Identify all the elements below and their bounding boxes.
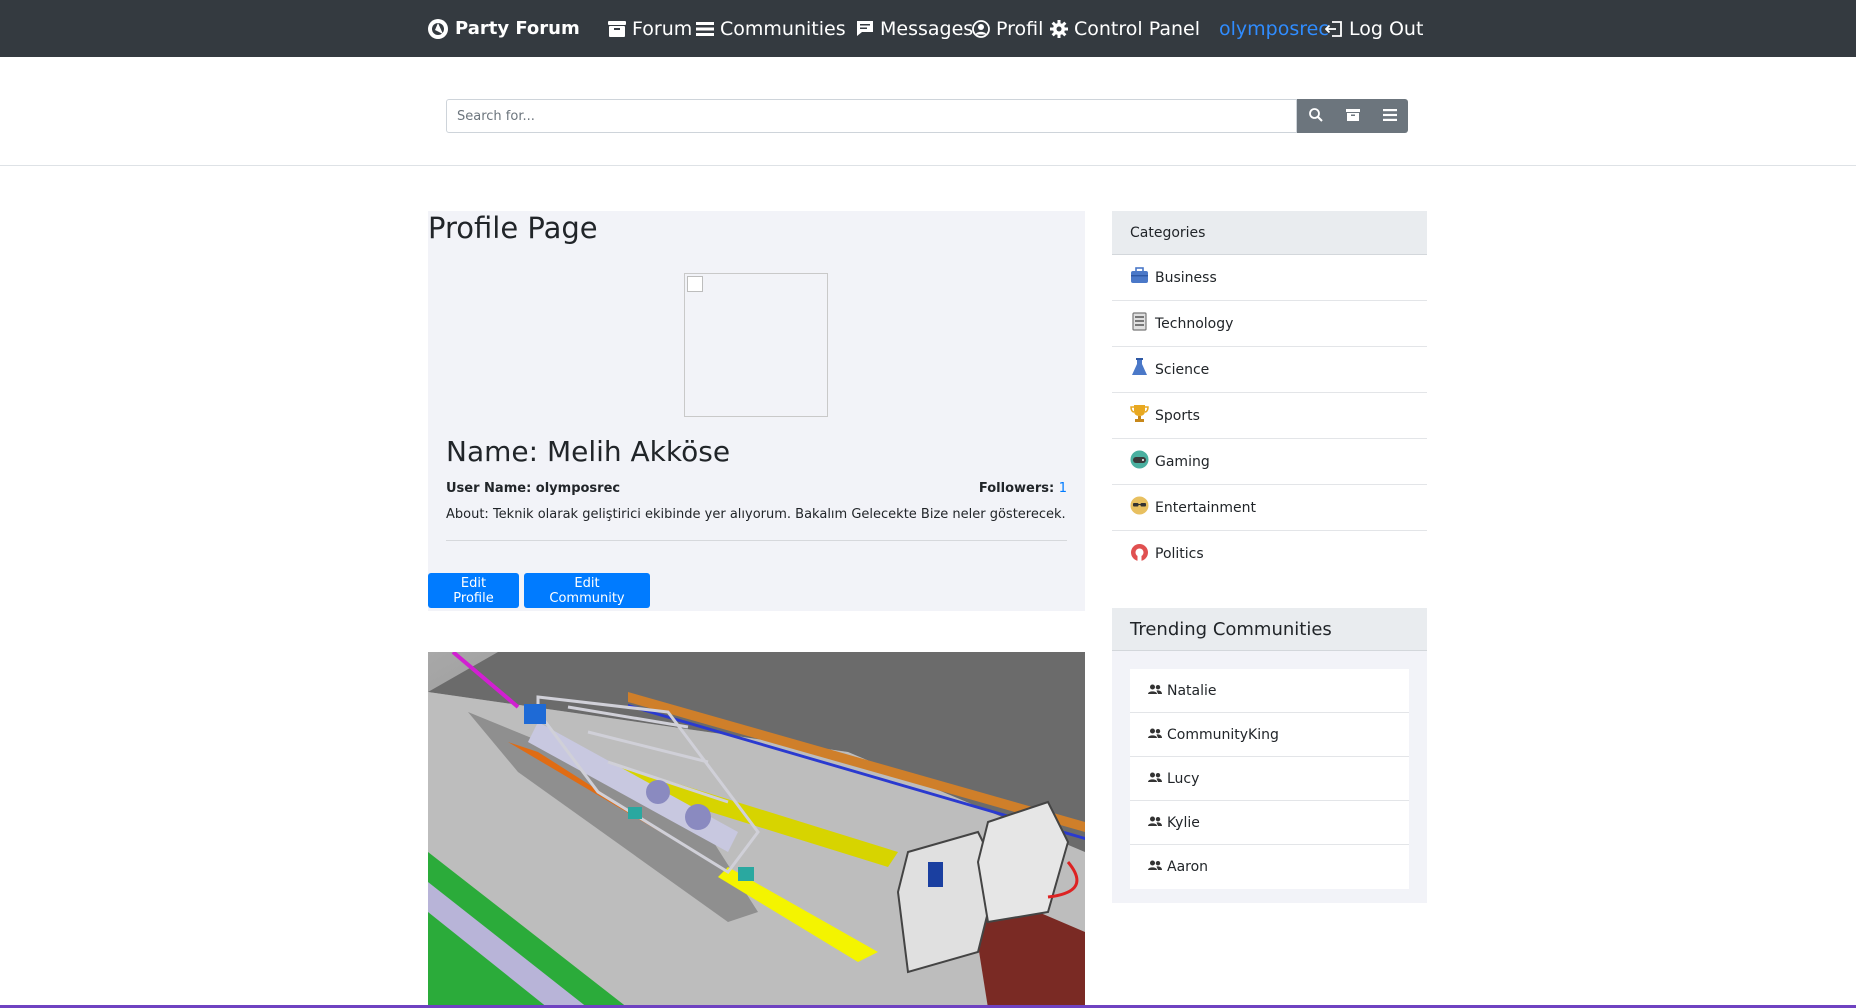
category-sports[interactable]: Sports <box>1112 393 1427 439</box>
trending-list: Natalie CommunityKing Lucy Kylie Aaron <box>1130 669 1409 889</box>
profile-followers: Followers: 1 <box>979 481 1067 496</box>
nav-communities-label: Communities <box>720 17 846 40</box>
users-icon <box>1148 727 1162 743</box>
list-icon <box>696 21 714 36</box>
nav-forum-label: Forum <box>632 17 693 40</box>
flask-icon <box>1130 358 1149 381</box>
nav-communities[interactable]: Communities <box>696 0 846 57</box>
broken-image-icon <box>687 276 703 292</box>
nav-messages[interactable]: Messages <box>856 0 973 57</box>
sunglasses-icon <box>1130 496 1149 519</box>
trending-item-label: Kylie <box>1167 814 1200 831</box>
users-icon <box>1148 771 1162 787</box>
category-technology-label: Technology <box>1155 315 1234 332</box>
profile-card: Profile Page Name: Melih Akköse User Nam… <box>428 211 1085 611</box>
categories-header: Categories <box>1112 211 1427 255</box>
nav-username-link[interactable]: olymposrec <box>1219 0 1329 57</box>
trending-item-label: Aaron <box>1167 859 1209 875</box>
nav-logout-label: Log Out <box>1349 17 1424 40</box>
users-icon <box>1148 859 1162 875</box>
archive-icon <box>1345 108 1360 124</box>
trophy-icon <box>1130 404 1149 427</box>
trending-item[interactable]: Kylie <box>1130 801 1409 845</box>
trending-header: Trending Communities <box>1112 608 1427 651</box>
category-science-label: Science <box>1155 361 1210 378</box>
menu-icon <box>1382 108 1397 124</box>
trending-item[interactable]: Lucy <box>1130 757 1409 801</box>
brand-logo-icon <box>427 18 449 40</box>
nav-control-panel[interactable]: Control Panel <box>1050 0 1200 57</box>
gear-icon <box>1050 19 1068 38</box>
trending-item-label: CommunityKing <box>1167 726 1279 743</box>
brand-label: Party Forum <box>455 18 580 39</box>
user-circle-icon <box>972 19 990 38</box>
page-title: Profile Page <box>428 211 598 245</box>
category-politics-label: Politics <box>1155 546 1204 562</box>
edit-profile-button[interactable]: Edit Profile <box>428 573 519 608</box>
categories-panel: Categories Business Technology Science S… <box>1112 211 1427 577</box>
edit-community-button[interactable]: Edit Community <box>524 573 650 608</box>
category-entertainment-label: Entertainment <box>1155 499 1257 516</box>
search-button[interactable] <box>1297 99 1334 133</box>
users-icon <box>1148 683 1162 699</box>
trending-item-label: Natalie <box>1167 682 1217 699</box>
followers-count-link[interactable]: 1 <box>1059 481 1067 496</box>
logout-icon <box>1325 20 1343 37</box>
trending-item[interactable]: Aaron <box>1130 845 1409 889</box>
briefcase-icon <box>1130 266 1149 289</box>
search-icon <box>1308 107 1323 125</box>
trending-item[interactable]: CommunityKing <box>1130 713 1409 757</box>
category-entertainment[interactable]: Entertainment <box>1112 485 1427 531</box>
nav-username-label: olymposrec <box>1219 17 1329 40</box>
nav-control-panel-label: Control Panel <box>1074 17 1200 40</box>
search-input[interactable] <box>446 99 1297 133</box>
nav-profil-label: Profil <box>996 17 1044 40</box>
top-navbar: Party Forum Forum Communities Messages P… <box>0 0 1856 57</box>
message-icon <box>856 20 874 37</box>
menu-button[interactable] <box>1371 99 1408 133</box>
search-bar <box>446 99 1409 133</box>
archive-button[interactable] <box>1334 99 1371 133</box>
server-icon <box>1130 312 1149 335</box>
profile-username: User Name: olymposrec <box>446 481 621 496</box>
politics-icon <box>1130 543 1149 566</box>
category-politics[interactable]: Politics <box>1112 531 1427 577</box>
archive-icon <box>608 20 626 37</box>
category-gaming-label: Gaming <box>1155 453 1210 470</box>
trending-item-label: Lucy <box>1167 770 1200 787</box>
category-gaming[interactable]: Gaming <box>1112 439 1427 485</box>
nav-logout[interactable]: Log Out <box>1325 0 1423 57</box>
category-science[interactable]: Science <box>1112 347 1427 393</box>
profile-name: Name: Melih Akköse <box>446 435 731 468</box>
trending-item[interactable]: Natalie <box>1130 669 1409 713</box>
post-image <box>428 652 1085 1008</box>
followers-label: Followers: <box>978 481 1055 496</box>
category-business-label: Business <box>1155 269 1217 286</box>
brand-link[interactable]: Party Forum <box>427 0 580 57</box>
nav-profil[interactable]: Profil <box>972 0 1043 57</box>
header-divider <box>0 165 1856 166</box>
trending-communities-panel: Trending Communities Natalie CommunityKi… <box>1112 608 1427 903</box>
category-sports-label: Sports <box>1155 407 1200 424</box>
category-business[interactable]: Business <box>1112 255 1427 301</box>
avatar <box>684 273 828 417</box>
profile-about: About: Teknik olarak geliştirici ekibind… <box>446 507 1066 522</box>
nav-forum[interactable]: Forum <box>608 0 692 57</box>
gamepad-icon <box>1130 450 1149 473</box>
nav-messages-label: Messages <box>880 17 974 40</box>
users-icon <box>1148 815 1162 831</box>
profile-divider <box>446 540 1067 541</box>
category-technology[interactable]: Technology <box>1112 301 1427 347</box>
